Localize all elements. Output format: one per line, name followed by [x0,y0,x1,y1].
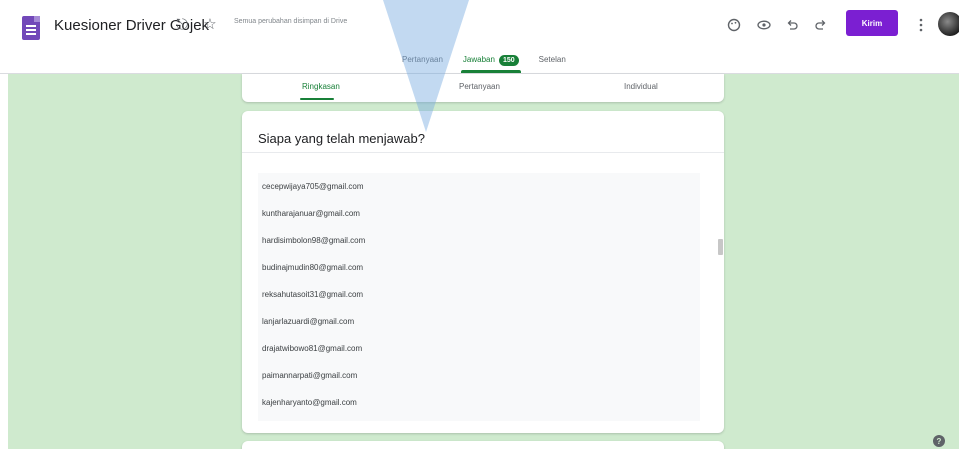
tab-questions[interactable]: Pertanyaan [400,53,445,73]
tab-settings[interactable]: Setelan [537,53,568,73]
tab-settings-label: Setelan [538,55,566,64]
send-button[interactable]: Kirim [846,10,898,36]
save-status: Semua perubahan disimpan di Drive [234,18,348,25]
respondents-card: Siapa yang telah menjawab? cecepwijaya70… [242,111,724,433]
help-icon[interactable]: ? [933,435,945,447]
subtab-individual[interactable]: Individual [624,82,658,91]
next-card [242,441,724,449]
subtab-summary[interactable]: Ringkasan [302,82,340,91]
list-item[interactable]: paimannarpati@gmail.com [258,362,700,388]
list-item[interactable]: budinajmudin80@gmail.com [258,254,700,280]
forms-logo-icon[interactable] [22,16,40,40]
tab-responses[interactable]: Jawaban 150 [460,53,521,73]
palette-icon[interactable] [723,14,745,36]
list-item[interactable]: reksahutasoit31@gmail.com [258,281,700,307]
list-item[interactable]: hardisimbolon98@gmail.com [258,227,700,253]
respondent-list[interactable]: cecepwijaya705@gmail.com kuntharajanuar@… [258,173,700,421]
subtab-active-indicator [300,98,334,100]
list-item[interactable]: kajenharyanto@gmail.com [258,389,700,415]
card-title: Siapa yang telah menjawab? [258,131,425,146]
tab-questions-label: Pertanyaan [402,55,443,64]
response-view-tabs: Ringkasan Pertanyaan Individual [242,74,724,102]
left-margin [0,74,8,449]
account-avatar[interactable] [938,12,959,36]
list-item[interactable]: lanjarlazuardi@gmail.com [258,308,700,334]
tab-responses-label: Jawaban [462,55,495,64]
app-header: Kuesioner Driver Gojek ⎋ ☆ Semua perubah… [0,0,959,74]
subtab-question[interactable]: Pertanyaan [459,82,500,91]
list-scrollbar[interactable] [718,239,723,255]
card-divider [242,152,724,153]
undo-icon[interactable] [781,14,803,36]
move-to-folder-icon[interactable]: ⎋ [173,16,191,34]
redo-icon[interactable] [810,14,832,36]
list-item[interactable]: kuntharajanuar@gmail.com [258,200,700,226]
eye-icon[interactable] [753,14,775,36]
responses-count-badge: 150 [498,55,519,66]
list-item[interactable]: drajatwibowo81@gmail.com [258,335,700,361]
star-icon[interactable]: ☆ [201,16,219,34]
list-item[interactable]: cecepwijaya705@gmail.com [258,173,700,199]
form-tabs: Pertanyaan Jawaban 150 Setelan [400,53,568,73]
more-vert-icon[interactable] [910,14,932,36]
